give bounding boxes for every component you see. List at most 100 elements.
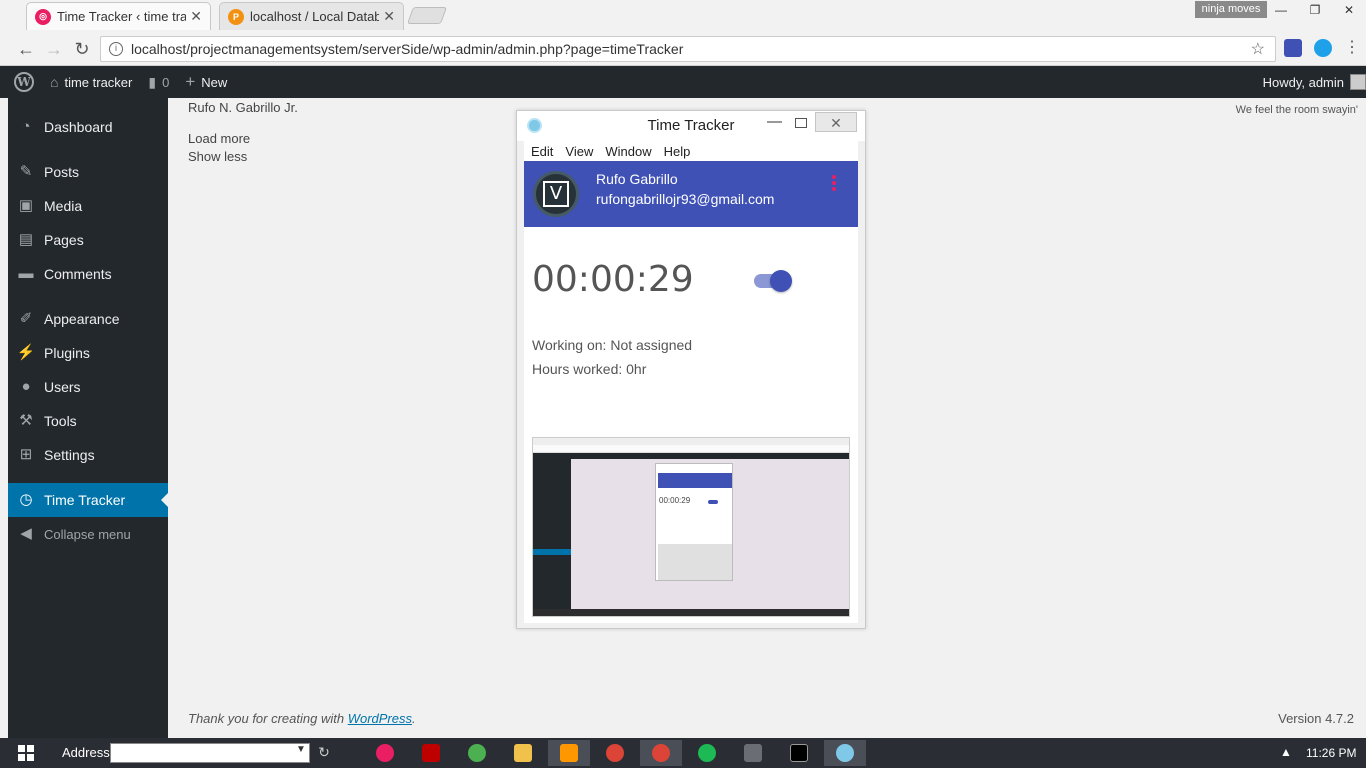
window-title: Time Tracker [647, 117, 735, 134]
desktop-edge [0, 0, 8, 738]
sidebar-item-dashboard[interactable]: ◔ Dashboard [8, 110, 168, 144]
address-toolbar-label: Address [62, 745, 110, 760]
chevron-down-icon[interactable]: ▼ [296, 744, 306, 755]
menu-help[interactable]: Help [664, 144, 691, 159]
screenshot-thumbnail: 00:00:29 [532, 437, 850, 617]
comments-icon: ▬ [18, 265, 34, 282]
extension-icon[interactable] [1284, 39, 1302, 57]
taskbar-app-cmd[interactable] [778, 740, 820, 766]
users-icon: ● [21, 378, 31, 395]
sidebar-item-time-tracker[interactable]: ◷ Time Tracker [8, 483, 168, 517]
forward-icon[interactable]: → [42, 37, 66, 61]
chrome-icon [606, 744, 624, 762]
thumbnail-timer: 00:00:29 [659, 496, 691, 505]
wordpress-link[interactable]: WordPress [348, 711, 412, 726]
tab-close-icon[interactable]: ✕ [383, 8, 395, 25]
chrome-menu-icon[interactable]: ⋮ [1344, 40, 1360, 56]
taskbar-app-calculator[interactable] [732, 740, 774, 766]
minimize-icon[interactable]: — [767, 113, 782, 130]
app-icon [376, 744, 394, 762]
sidebar-item-tools[interactable]: ⚒ Tools [8, 404, 168, 438]
taskbar-app-chrome-2[interactable] [594, 740, 636, 766]
menu-view[interactable]: View [565, 144, 593, 159]
comments-link[interactable]: ▮ 0 [140, 66, 177, 98]
sidebar-item-settings[interactable]: ⊞ Settings [8, 438, 168, 472]
sidebar-item-pages[interactable]: ▤ Pages [8, 223, 168, 257]
refresh-icon[interactable]: ↻ [315, 742, 333, 762]
tab-title: localhost / Local Databas [250, 9, 380, 24]
menu-window[interactable]: Window [605, 144, 651, 159]
media-icon: ▣ [18, 197, 34, 214]
bookmark-star-icon[interactable]: ☆ [1251, 39, 1265, 59]
admin-sidebar: ◔ Dashboard ✎ Posts ▣ Media ▤ Pages ▬ Co… [8, 98, 168, 738]
restore-icon[interactable]: ❐ [1298, 0, 1332, 20]
close-icon[interactable]: ✕ [815, 112, 857, 132]
chrome-icon [468, 744, 486, 762]
browser-tab-time-tracker[interactable]: ◎ Time Tracker ‹ time track ✕ [26, 2, 211, 30]
sidebar-item-users[interactable]: ● Users [8, 370, 168, 404]
url-text[interactable]: localhost/projectmanagementsystem/server… [131, 41, 1251, 57]
footer-prefix: Thank you for creating with [188, 711, 348, 726]
user-email: rufongabrillojr93@gmail.com [596, 191, 775, 207]
sidebar-item-appearance[interactable]: ✐ Appearance [8, 302, 168, 336]
sidebar-item-media[interactable]: ▣ Media [8, 189, 168, 223]
taskbar-app-chrome[interactable] [456, 740, 498, 766]
tracking-toggle-knob[interactable] [770, 270, 792, 292]
tray-overflow-icon[interactable]: ▲ [1280, 745, 1292, 759]
show-less-link[interactable]: Show less [188, 149, 247, 164]
taskbar-app-chrome-3[interactable] [640, 740, 682, 766]
account-menu[interactable]: Howdy, admin [1263, 66, 1366, 98]
sidebar-item-label: Comments [44, 266, 112, 282]
site-name-link[interactable]: ⌂ time tracker [42, 66, 140, 98]
sidebar-item-label: Plugins [44, 345, 90, 361]
skype-icon[interactable] [1314, 39, 1332, 57]
sidebar-item-plugins[interactable]: ⚡ Plugins [8, 336, 168, 370]
sidebar-item-comments[interactable]: ▬ Comments [8, 257, 168, 291]
sidebar-item-label: Time Tracker [44, 492, 126, 508]
sidebar-item-label: Appearance [44, 311, 120, 327]
minimize-icon[interactable]: — [1264, 0, 1298, 20]
taskbar-app-sublime[interactable] [548, 740, 590, 766]
maximize-icon[interactable] [795, 118, 807, 128]
close-icon[interactable]: ✕ [1332, 0, 1366, 20]
new-content-link[interactable]: + New [177, 66, 235, 98]
more-menu-icon[interactable] [830, 175, 838, 193]
collapse-menu-button[interactable]: ◀ Collapse menu [8, 517, 168, 551]
window-controls: — ❐ ✕ [1264, 0, 1366, 20]
taskbar-app-time-tracker[interactable] [824, 740, 866, 766]
taskbar-app-explorer[interactable] [502, 740, 544, 766]
taskbar-app-filezilla[interactable] [410, 740, 452, 766]
wp-logo-button[interactable]: W [0, 66, 42, 98]
back-icon[interactable]: ← [14, 37, 38, 61]
menu-edit[interactable]: Edit [531, 144, 553, 159]
pages-icon: ▤ [18, 231, 34, 248]
load-more-link[interactable]: Load more [188, 131, 250, 146]
browser-tab-phpmyadmin[interactable]: P localhost / Local Databas ✕ [219, 2, 404, 30]
tab-close-icon[interactable]: ✕ [190, 8, 202, 25]
reload-icon[interactable]: ↻ [70, 37, 94, 61]
sidebar-item-label: Collapse menu [44, 526, 131, 542]
window-titlebar[interactable]: Time Tracker — ✕ [517, 111, 865, 141]
comment-bubble-icon: ▮ [148, 73, 157, 90]
taskbar-address-input[interactable] [110, 743, 310, 763]
phpmyadmin-favicon-icon: P [228, 8, 244, 25]
spotify-icon [698, 744, 716, 762]
taskbar-app-spotify[interactable] [686, 740, 728, 766]
address-bar[interactable]: i localhost/projectmanagementsystem/serv… [100, 36, 1276, 62]
browser-toolbar: ← → ↻ i localhost/projectmanagementsyste… [0, 32, 1366, 66]
sidebar-item-posts[interactable]: ✎ Posts [8, 155, 168, 189]
author-name: Rufo N. Gabrillo Jr. [188, 100, 298, 115]
version-text: Version 4.7.2 [1278, 711, 1354, 726]
new-tab-button[interactable] [406, 7, 448, 24]
plus-icon: + [185, 72, 196, 91]
pin-icon: ✎ [19, 163, 33, 180]
info-icon[interactable]: i [109, 42, 123, 56]
system-clock[interactable]: 11:26 PM [1306, 746, 1356, 760]
user-name: Rufo Gabrillo [596, 171, 678, 187]
home-icon: ⌂ [50, 74, 59, 90]
profile-name[interactable]: ninja moves [1195, 1, 1267, 18]
dashboard-icon: ◔ [21, 118, 31, 135]
windows-start-icon[interactable] [18, 745, 34, 761]
taskbar-app-timetracker-web[interactable] [364, 740, 406, 766]
chrome-icon [652, 744, 670, 762]
